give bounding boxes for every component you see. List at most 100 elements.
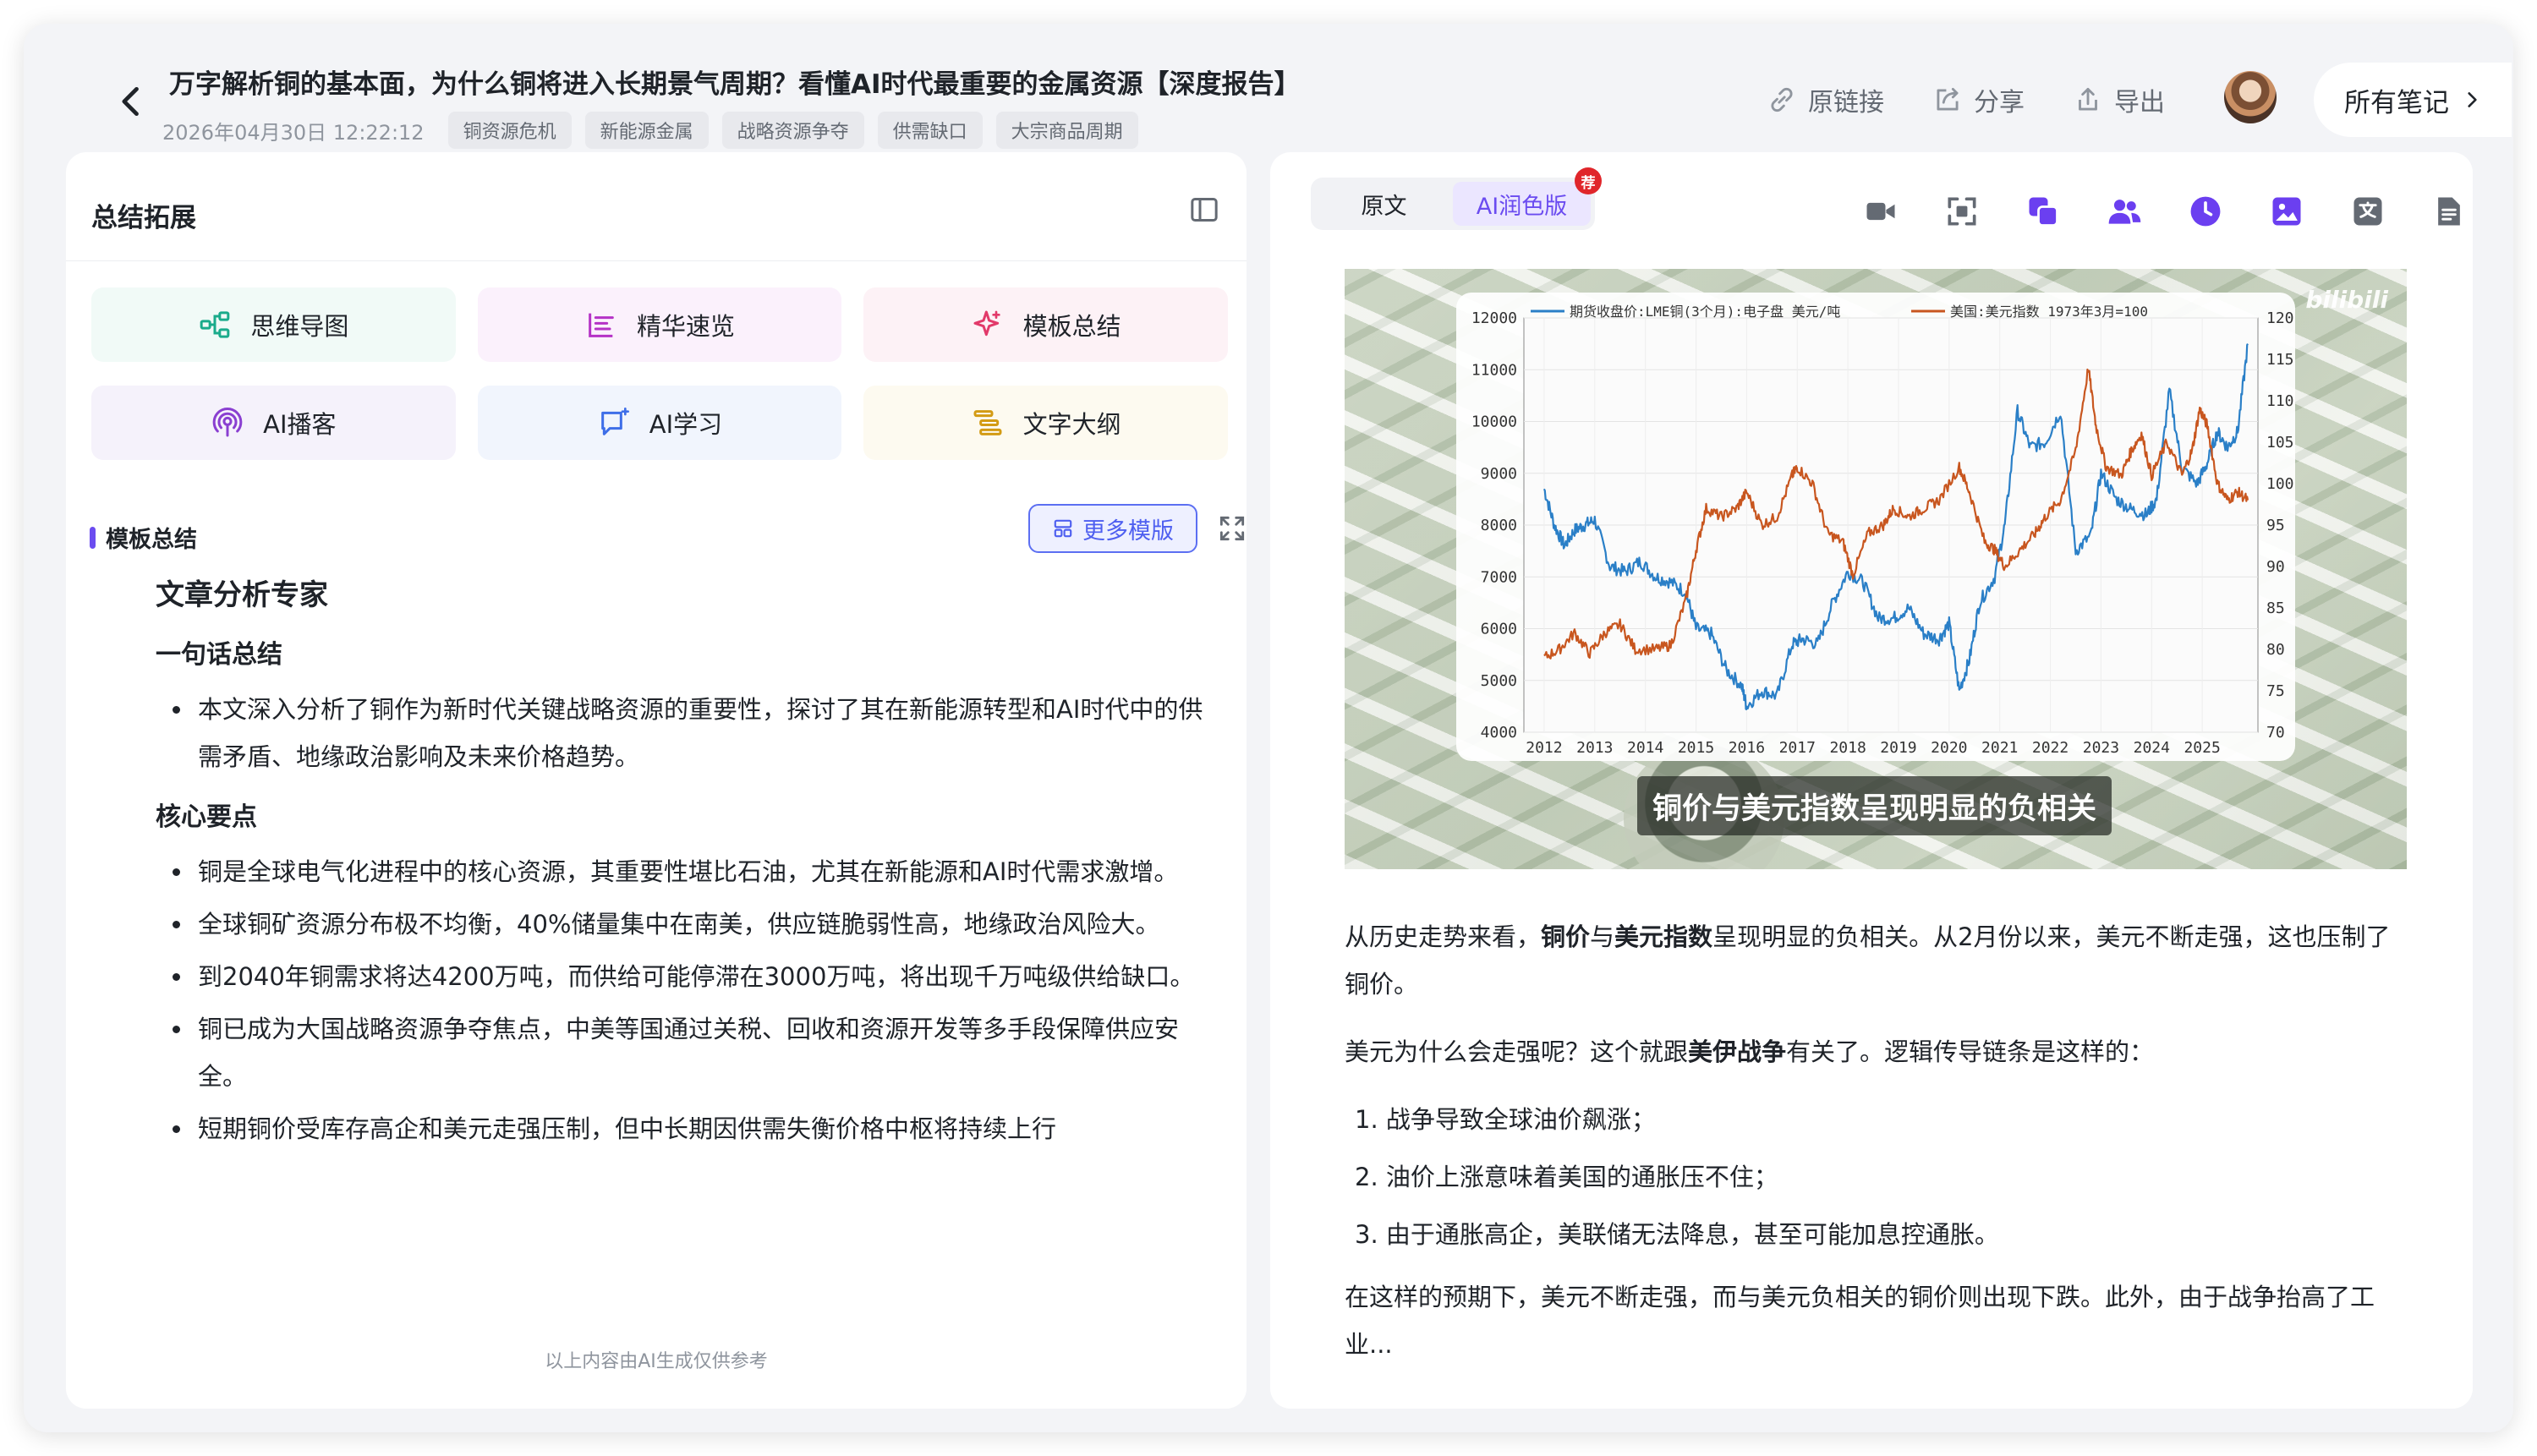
export-label: 导出	[2114, 88, 2165, 118]
tag[interactable]: 铜资源危机	[447, 112, 572, 149]
document-title: 万字解析铜的基本面，为什么铜将进入长期景气周期？看懂AI时代最重要的金属资源【深…	[169, 69, 1301, 100]
share-icon	[1937, 87, 1959, 111]
y-right-tick-label: 95	[2266, 517, 2285, 534]
y-right-tick-label: 90	[2266, 558, 2285, 576]
text-run: 与	[1590, 922, 1615, 951]
y-right-tick-label: 70	[2266, 724, 2285, 742]
summary-heading: 文章分析专家	[156, 578, 328, 612]
chevron-right-icon	[2468, 92, 2477, 107]
all-notes-label: 所有笔记	[2344, 87, 2449, 118]
highlights-label: 精华速览	[636, 312, 735, 341]
sparkle-icon	[973, 310, 1000, 337]
watermark: bilibili	[2305, 286, 2388, 314]
tag[interactable]: 供需缺口	[877, 112, 983, 149]
bold-text: 美伊战争	[1688, 1037, 1787, 1066]
sidebar-toggle-icon[interactable]	[1187, 193, 1221, 227]
text-run: 美元为什么会走强呢？这个就跟	[1345, 1037, 1689, 1066]
export-button[interactable]: 导出	[2072, 81, 2165, 118]
link-icon	[1771, 87, 1793, 112]
video-caption: 铜价与美元指数呈现明显的负相关	[1637, 776, 2112, 835]
template-summary-label: 模板总结	[1022, 312, 1121, 341]
y-left-tick-label: 5000	[1481, 672, 1517, 690]
tag[interactable]: 新能源金属	[584, 112, 709, 149]
x-tick-label: 2013	[1576, 739, 1613, 757]
y-right-tick-label: 75	[2266, 682, 2285, 700]
template-summary-button[interactable]: 模板总结	[863, 287, 1228, 362]
y-left-tick-label: 12000	[1471, 309, 1517, 327]
outline-icon	[973, 410, 1002, 435]
x-tick-label: 2012	[1526, 739, 1562, 757]
summary-content: 文章分析专家 一句话总结 本文深入分析了铜作为新时代关键战略资源的重要性，探讨了…	[156, 572, 1204, 1316]
feature-grid: 思维导图 精华速览 模板总结 AI播客 AI学习 文字大纲	[91, 287, 1228, 460]
legend-label: 期货收盘价:LME铜(3个月):电子盘 美元/吨	[1570, 304, 1840, 320]
x-tick-label: 2015	[1678, 739, 1714, 757]
y-left-tick-label: 11000	[1471, 361, 1517, 379]
key-points-title: 核心要点	[156, 802, 257, 832]
text-outline-label: 文字大纲	[1022, 410, 1121, 439]
translate-icon[interactable]	[2349, 193, 2386, 230]
screenshot-icon[interactable]	[1943, 193, 1981, 230]
chart-card: 4000 5000 6000 7000 8000 9000 10000 11000 12000 7…	[1456, 293, 2295, 761]
x-tick-label: 2016	[1729, 739, 1765, 757]
logic-chain-list: 1. 战争导致全球油价飙涨； 2. 油价上涨意味着美国的通胀压不住； 3. 由于…	[1345, 1096, 2410, 1258]
ai-podcast-button[interactable]: AI播客	[91, 386, 456, 460]
x-tick-label: 2014	[1627, 739, 1663, 757]
mindmap-button[interactable]: 思维导图	[91, 287, 456, 362]
x-tick-label: 2018	[1829, 739, 1866, 757]
expand-icon[interactable]	[1216, 512, 1247, 545]
highlights-button[interactable]: 精华速览	[477, 287, 842, 362]
ai-learning-icon	[600, 408, 629, 435]
video-frame[interactable]: 4000 5000 6000 7000 8000 9000 10000 11000 12000 7…	[1345, 269, 2407, 869]
tag[interactable]: 大宗商品周期	[995, 112, 1138, 149]
copper-dollar-chart: 4000 5000 6000 7000 8000 9000 10000 11000 12000 7…	[1471, 304, 2294, 757]
document-date: 2026年04月30日 12:22:12	[162, 120, 425, 145]
y-left-tick-label: 4000	[1481, 724, 1517, 742]
list-item: 到2040年铜需求将达4200万吨，而供给可能停滞在3000万吨，将出现千万吨级…	[156, 953, 1204, 1000]
mindmap-label: 思维导图	[250, 312, 349, 341]
clock-icon[interactable]	[2187, 193, 2224, 230]
list-item: 铜是全球电气化进程中的核心资源，其重要性堪比石油，尤其在新能源和AI时代需求激增…	[156, 848, 1204, 895]
chevron-left-icon	[122, 86, 139, 117]
paragraph: 在这样的预期下，美元不断走强，而与美元负相关的铜价则出现下跌。此外，由于战争抬高…	[1345, 1283, 2375, 1359]
more-templates-button[interactable]: 更多模版	[1028, 504, 1197, 553]
ai-disclaimer: 以上内容由AI生成仅供参考	[545, 1351, 768, 1372]
all-notes-button[interactable]: 所有笔记	[2314, 63, 2512, 137]
y-left-tick-label: 8000	[1481, 517, 1517, 534]
bold-text: 铜价	[1541, 922, 1591, 951]
chart-grid	[1523, 317, 2259, 733]
app-window: 万字解析铜的基本面，为什么铜将进入长期景气周期？看懂AI时代最重要的金属资源【深…	[24, 24, 2513, 1432]
ai-learning-button[interactable]: AI学习	[477, 386, 842, 460]
y-right-tick-label: 105	[2266, 434, 2294, 452]
share-button[interactable]: 分享	[1932, 81, 2025, 118]
copy-icon[interactable]	[2025, 193, 2062, 230]
y-right-tick-label: 120	[2266, 309, 2294, 327]
meta-row: 2026年04月30日 12:22:12 铜资源危机 新能源金属 战略资源争夺 …	[162, 112, 1138, 149]
y-right-tick-label: 100	[2266, 475, 2294, 493]
paragraph: 美元为什么会走强呢？这个就跟美伊战争有关了。逻辑传导链条是这样的：	[1345, 1028, 2410, 1076]
y-right-tick-label: 80	[2266, 641, 2285, 659]
list-item: 本文深入分析了铜作为新时代关键战略资源的重要性，探讨了其在新能源转型和AI时代中…	[156, 686, 1204, 780]
summary-panel: 总结拓展 思维导图 精华速览 模板总结 AI播客 AI学习 文字大纲 模板总结 …	[66, 152, 1247, 1409]
avatar[interactable]	[2224, 71, 2277, 123]
video-icon[interactable]	[1862, 193, 1899, 230]
tab-ai-polished[interactable]: AI润色版	[1453, 182, 1591, 226]
tag[interactable]: 战略资源争夺	[721, 112, 864, 149]
mindmap-icon	[200, 311, 230, 338]
list-item: 3. 由于通胀高企，美联储无法降息，甚至可能加息控通胀。	[1355, 1220, 1999, 1249]
document-icon[interactable]	[2430, 193, 2468, 230]
y-left-tick-label: 9000	[1481, 465, 1517, 483]
section-label: 模板总结	[90, 521, 197, 554]
list-item: 2. 油价上涨意味着美国的通胀压不住；	[1355, 1163, 1778, 1191]
source-link-button[interactable]: 原链接	[1766, 81, 1884, 118]
users-icon[interactable]	[2106, 193, 2143, 230]
section-bar	[90, 526, 96, 549]
header-actions: 原链接 分享 导出	[1766, 81, 2165, 118]
text-outline-button[interactable]: 文字大纲	[863, 386, 1228, 460]
chart-legend: 期货收盘价:LME铜(3个月):电子盘 美元/吨 美国:美元指数 1973年3月=…	[1531, 304, 2148, 320]
ai-learning-label: AI学习	[649, 410, 723, 439]
y-left-tick-label: 10000	[1471, 413, 1517, 431]
back-button[interactable]	[91, 61, 173, 142]
x-tick-label: 2022	[2032, 739, 2069, 757]
tab-original[interactable]: 原文	[1315, 182, 1453, 226]
image-icon[interactable]	[2268, 193, 2305, 230]
